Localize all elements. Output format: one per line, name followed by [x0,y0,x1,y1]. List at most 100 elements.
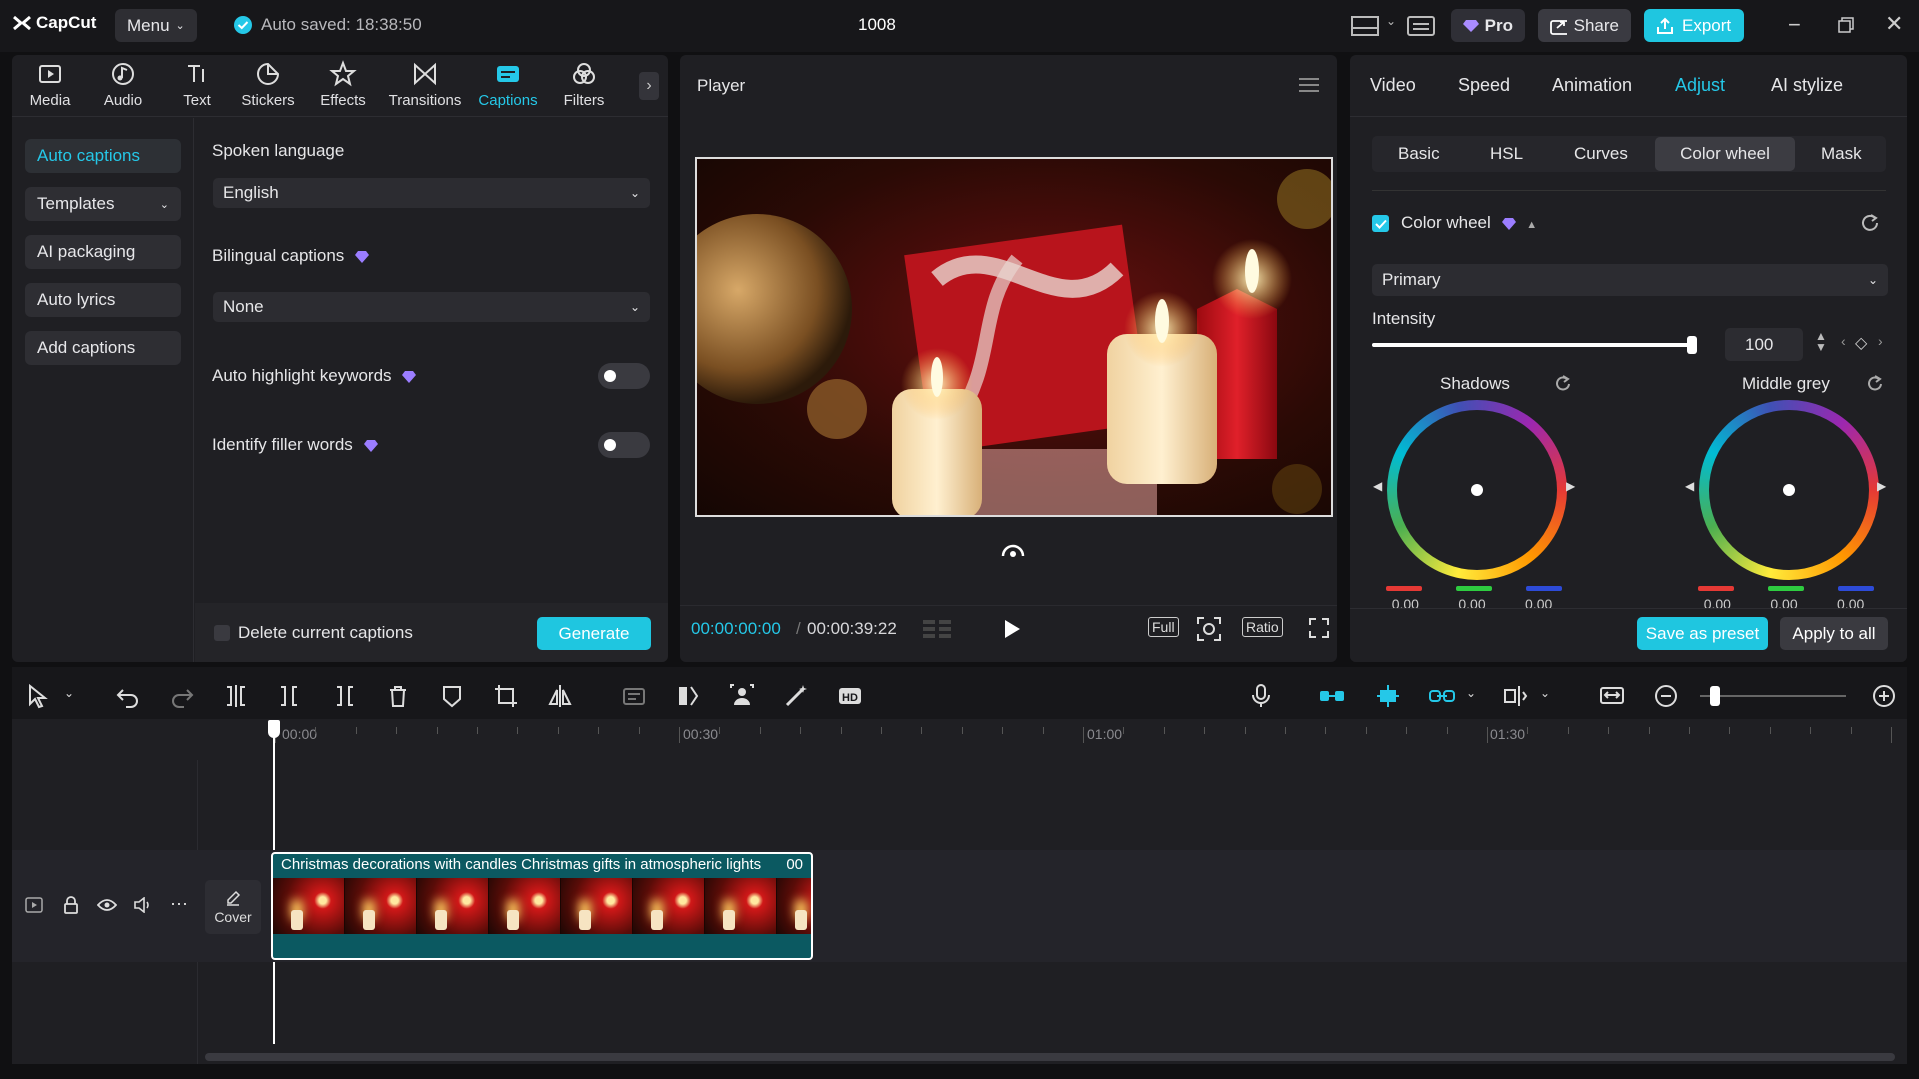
linkage-icon[interactable] [1428,682,1456,710]
horizontal-scrollbar[interactable] [205,1053,1895,1061]
chevron-right-icon[interactable]: ▶ [1877,479,1886,493]
zoom-slider-thumb[interactable] [1710,686,1720,706]
shortcuts-icon[interactable] [1407,16,1435,36]
freeze-frame-icon[interactable] [620,682,648,710]
wheel-handle[interactable] [1471,484,1483,496]
select-cursor-icon[interactable] [24,682,52,710]
crop-icon[interactable] [492,682,520,710]
layout-icon[interactable] [1351,16,1379,36]
lock-icon[interactable] [63,896,79,914]
tab-captions[interactable]: Captions [473,60,543,109]
tab-stickers[interactable]: Stickers [236,60,300,109]
subtab-hsl[interactable]: HSL [1490,144,1523,164]
collapse-caret-icon[interactable]: ▲ [1526,219,1537,231]
rotate-icon[interactable] [1000,540,1026,560]
minimize-icon[interactable]: − [1788,12,1801,38]
more-options-icon[interactable]: ⋯ [170,894,188,915]
fullscreen-icon[interactable] [1308,617,1330,639]
split-left-icon[interactable] [276,682,304,710]
middle-grey-color-wheel[interactable] [1699,400,1879,580]
color-wheel-mode-select[interactable]: Primary ⌄ [1372,264,1888,296]
reset-icon[interactable] [1866,375,1884,393]
keyframe-prev-icon[interactable]: ‹ [1841,333,1846,349]
ratio-button[interactable]: Ratio [1242,617,1283,637]
tab-video[interactable]: Video [1370,75,1416,96]
subtab-basic[interactable]: Basic [1398,144,1440,164]
tab-speed[interactable]: Speed [1458,75,1510,96]
tab-effects[interactable]: Effects [313,60,373,109]
microphone-icon[interactable] [1247,682,1275,710]
undo-icon[interactable] [114,682,142,710]
wheel-handle[interactable] [1783,484,1795,496]
chevron-left-icon[interactable]: ◀ [1373,479,1382,493]
video-clip[interactable]: Christmas decorations with candles Chris… [271,852,813,960]
mirror-icon[interactable] [546,682,574,710]
keyframe-diamond-icon[interactable]: ◇ [1855,333,1867,353]
nav-ai-packaging[interactable]: AI packaging [25,235,181,269]
split-right-icon[interactable] [330,682,358,710]
chevron-left-icon[interactable]: ◀ [1685,479,1694,493]
menu-button[interactable]: Menu ⌄ [115,9,197,42]
main-track-magnet-icon[interactable] [1318,682,1346,710]
redo-icon[interactable] [168,682,196,710]
cover-button[interactable]: Cover [205,880,261,934]
remove-background-icon[interactable] [728,682,756,710]
playhead-handle[interactable] [268,720,280,738]
tabs-scroll-right-button[interactable]: › [639,72,659,100]
delete-icon[interactable] [384,682,412,710]
reset-icon[interactable] [1860,213,1880,233]
fit-timeline-icon[interactable] [1598,682,1626,710]
intensity-slider-thumb[interactable] [1687,336,1697,354]
play-icon[interactable] [1002,618,1022,640]
tab-ai-stylize[interactable]: AI stylize [1771,75,1843,96]
reverse-icon[interactable] [674,682,702,710]
chevron-right-icon[interactable]: ▶ [1566,479,1575,493]
chevron-down-icon[interactable]: ⌄ [1540,686,1550,700]
tab-audio[interactable]: Audio [101,60,145,109]
eye-icon[interactable] [97,898,117,912]
auto-highlight-toggle[interactable] [598,363,650,389]
reset-icon[interactable] [1554,375,1572,393]
subtab-mask[interactable]: Mask [1821,144,1862,164]
chevron-down-icon[interactable]: ⌄ [64,686,74,700]
tab-adjust[interactable]: Adjust [1675,75,1725,96]
nav-auto-lyrics[interactable]: Auto lyrics [25,283,181,317]
magic-wand-icon[interactable] [782,682,810,710]
tab-transitions[interactable]: Transitions [383,60,467,109]
keyframe-next-icon[interactable]: › [1878,333,1883,349]
chevron-down-icon[interactable]: ⌄ [1466,686,1476,700]
tab-text[interactable]: Text [175,60,219,109]
chevron-down-icon[interactable]: ⌄ [1386,14,1396,28]
bilingual-captions-select[interactable]: None ⌄ [213,292,650,322]
pro-button[interactable]: Pro [1451,9,1525,42]
zoom-out-icon[interactable] [1652,682,1680,710]
filler-words-toggle[interactable] [598,432,650,458]
spoken-language-select[interactable]: English ⌄ [213,178,650,208]
speaker-icon[interactable] [133,897,153,913]
mark-icon[interactable] [438,682,466,710]
share-button[interactable]: Share [1538,9,1631,42]
shadows-color-wheel[interactable] [1387,400,1567,580]
full-quality-button[interactable]: Full [1148,617,1179,637]
close-icon[interactable]: ✕ [1885,11,1903,37]
nav-add-captions[interactable]: Add captions [25,331,181,365]
tab-filters[interactable]: Filters [559,60,609,109]
zoom-in-icon[interactable] [1870,682,1898,710]
export-button[interactable]: Export [1644,9,1744,42]
color-wheel-checkbox[interactable] [1372,215,1389,232]
video-preview[interactable] [695,157,1333,517]
tab-media[interactable]: Media [28,60,72,109]
hamburger-menu-icon[interactable] [1298,76,1320,94]
hd-icon[interactable]: HD [836,682,864,710]
generate-button[interactable]: Generate [537,617,651,650]
snapshot-icon[interactable] [1196,616,1222,642]
intensity-slider-track[interactable] [1372,336,1697,354]
delete-captions-checkbox[interactable] [214,625,230,641]
stepper-icon[interactable]: ▲ ▼ [1815,330,1827,353]
intensity-value-field[interactable]: 100 [1725,328,1803,361]
save-as-preset-button[interactable]: Save as preset [1637,617,1768,650]
zoom-slider-track[interactable] [1700,695,1846,697]
tab-animation[interactable]: Animation [1552,75,1632,96]
subtab-curves[interactable]: Curves [1574,144,1628,164]
nav-auto-captions[interactable]: Auto captions [25,139,181,173]
